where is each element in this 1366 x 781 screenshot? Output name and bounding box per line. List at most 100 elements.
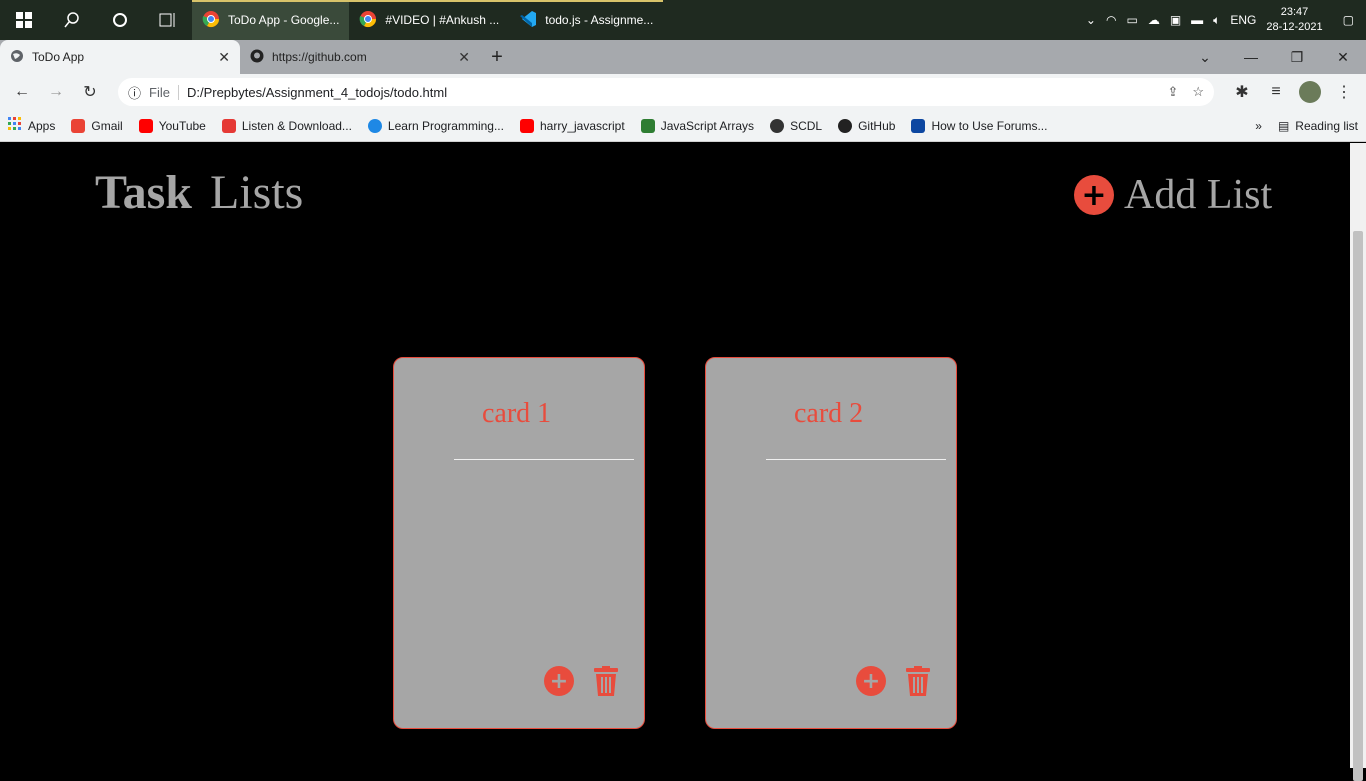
tab-todo-app[interactable]: ToDo App ✕: [0, 40, 240, 74]
card-title: card 1: [482, 398, 552, 429]
onedrive-icon[interactable]: ☁: [1148, 13, 1160, 27]
windows-start-icon[interactable]: [0, 0, 48, 40]
display-icon[interactable]: ▣: [1170, 13, 1181, 27]
bookmark-harry-javascript[interactable]: harry_javascript: [519, 118, 625, 133]
language-indicator[interactable]: ENG: [1230, 13, 1256, 27]
delete-card-icon[interactable]: [592, 666, 620, 696]
share-icon[interactable]: ⇪: [1167, 84, 1178, 100]
windows-taskbar: ToDo App - Google... #VIDEO | #Ankush ..…: [0, 0, 1366, 40]
bookmark-label: JavaScript Arrays: [660, 118, 755, 133]
back-button[interactable]: ←: [8, 78, 36, 106]
clock[interactable]: 23:47 28-12-2021: [1266, 5, 1322, 35]
reading-list-icon: ▤: [1277, 118, 1290, 133]
search-icon[interactable]: [48, 0, 96, 40]
battery-icon[interactable]: ▬: [1191, 13, 1203, 27]
title-task: Task: [95, 166, 192, 219]
task-card: card 1 +: [393, 357, 645, 729]
minimize-icon[interactable]: —: [1228, 40, 1274, 74]
chrome-icon: [202, 10, 220, 31]
add-list-label: Add List: [1124, 172, 1273, 218]
close-tab-icon[interactable]: ✕: [458, 49, 470, 66]
music-download-icon: [221, 118, 236, 133]
profile-avatar[interactable]: [1296, 78, 1324, 106]
delete-card-icon[interactable]: [904, 666, 932, 696]
bookmark-javascript-arrays[interactable]: JavaScript Arrays: [640, 118, 755, 133]
clock-time: 23:47: [1280, 6, 1309, 18]
task-card: card 2 +: [705, 357, 957, 729]
notifications-icon[interactable]: ▢: [1343, 13, 1354, 27]
tab-label: ToDo App: [32, 50, 85, 64]
bookmark-apps[interactable]: Apps: [8, 117, 55, 134]
add-list-button[interactable]: + Add List: [1074, 171, 1272, 219]
title-lists: Lists: [209, 166, 304, 219]
clock-date: 28-12-2021: [1266, 21, 1323, 33]
add-circle-icon: +: [1074, 175, 1114, 215]
taskbar-app-chrome-todo[interactable]: ToDo App - Google...: [192, 0, 350, 40]
add-task-icon[interactable]: +: [856, 666, 886, 696]
wifi-icon[interactable]: ◠: [1106, 13, 1116, 27]
globe-icon: [770, 118, 785, 133]
page-title: Task Lists: [95, 165, 303, 220]
tab-github[interactable]: https://github.com ✕: [240, 40, 480, 74]
globe-icon: [10, 49, 24, 66]
bookmark-listen-download[interactable]: Listen & Download...: [221, 118, 352, 133]
bookmark-label: Listen & Download...: [241, 118, 352, 133]
bookmark-learn-programming[interactable]: Learn Programming...: [367, 118, 504, 133]
gmail-icon: [71, 118, 86, 133]
taskbar-app-label: todo.js - Assignme...: [545, 13, 654, 27]
taskbar-app-vscode[interactable]: todo.js - Assignme...: [509, 0, 664, 40]
more-bookmarks-icon[interactable]: »: [1255, 119, 1262, 133]
taskbar-app-label: #VIDEO | #Ankush ...: [385, 13, 500, 27]
add-task-icon[interactable]: +: [544, 666, 574, 696]
github-icon: [838, 118, 853, 133]
volume-icon[interactable]: 🔈︎: [1213, 13, 1220, 28]
apps-grid-icon: [8, 117, 22, 134]
close-window-icon[interactable]: ✕: [1320, 40, 1366, 74]
bookmark-label: Learn Programming...: [387, 118, 504, 133]
new-tab-button[interactable]: +: [480, 40, 514, 74]
task-view-icon[interactable]: [144, 0, 192, 40]
address-bar[interactable]: ⓘ File D:/Prepbytes/Assignment_4_todojs/…: [118, 78, 1214, 106]
tab-label: https://github.com: [272, 50, 367, 64]
bookmark-gmail[interactable]: Gmail: [71, 118, 123, 133]
reading-list-button[interactable]: ▤ Reading list: [1278, 119, 1358, 133]
tab-search-icon[interactable]: ⌄: [1182, 40, 1228, 74]
bookmark-label: harry_javascript: [539, 118, 625, 133]
extensions-icon[interactable]: ✱: [1228, 78, 1256, 106]
meet-icon[interactable]: ▭: [1126, 13, 1137, 27]
forum-icon: [911, 118, 926, 133]
youtube-icon: [519, 118, 534, 133]
prepbytes-icon: [367, 118, 382, 133]
browser-tab-strip: ToDo App ✕ https://github.com ✕ + ⌄ — ❐ …: [0, 40, 1366, 74]
page-scrollbar[interactable]: [1350, 143, 1366, 781]
media-control-icon[interactable]: ≡: [1262, 78, 1290, 106]
forward-button[interactable]: →: [42, 78, 70, 106]
bookmark-label: SCDL: [790, 118, 823, 133]
cortana-icon[interactable]: [96, 0, 144, 40]
reload-button[interactable]: ↻: [76, 78, 104, 106]
menu-icon[interactable]: ⋮: [1330, 78, 1358, 106]
bookmark-label: Apps: [28, 118, 56, 133]
card-title: card 2: [794, 398, 864, 429]
scrollbar-thumb[interactable]: [1353, 231, 1363, 781]
bookmark-github[interactable]: GitHub: [838, 118, 896, 133]
info-icon[interactable]: ⓘ: [128, 83, 141, 102]
reading-list-label: Reading list: [1295, 118, 1358, 133]
restore-icon[interactable]: ❐: [1274, 40, 1320, 74]
chevron-up-icon[interactable]: ⌄: [1086, 13, 1096, 27]
w3schools-icon: [640, 118, 655, 133]
bookmark-label: Gmail: [91, 118, 123, 133]
bookmark-youtube[interactable]: YouTube: [138, 118, 206, 133]
taskbar-app-label: ToDo App - Google...: [228, 13, 340, 27]
bookmark-star-icon[interactable]: ☆: [1192, 84, 1204, 100]
bookmark-label: GitHub: [858, 118, 896, 133]
card-divider: [766, 459, 946, 460]
address-url: D:/Prepbytes/Assignment_4_todojs/todo.ht…: [186, 84, 448, 100]
bookmark-label: YouTube: [158, 118, 206, 133]
taskbar-app-chrome-video[interactable]: #VIDEO | #Ankush ...: [349, 0, 510, 40]
youtube-icon: [138, 118, 153, 133]
close-tab-icon[interactable]: ✕: [218, 49, 230, 66]
bookmark-label: How to Use Forums...: [931, 118, 1048, 133]
bookmark-scdl[interactable]: SCDL: [770, 118, 823, 133]
bookmark-how-to-use-forums[interactable]: How to Use Forums...: [911, 118, 1048, 133]
